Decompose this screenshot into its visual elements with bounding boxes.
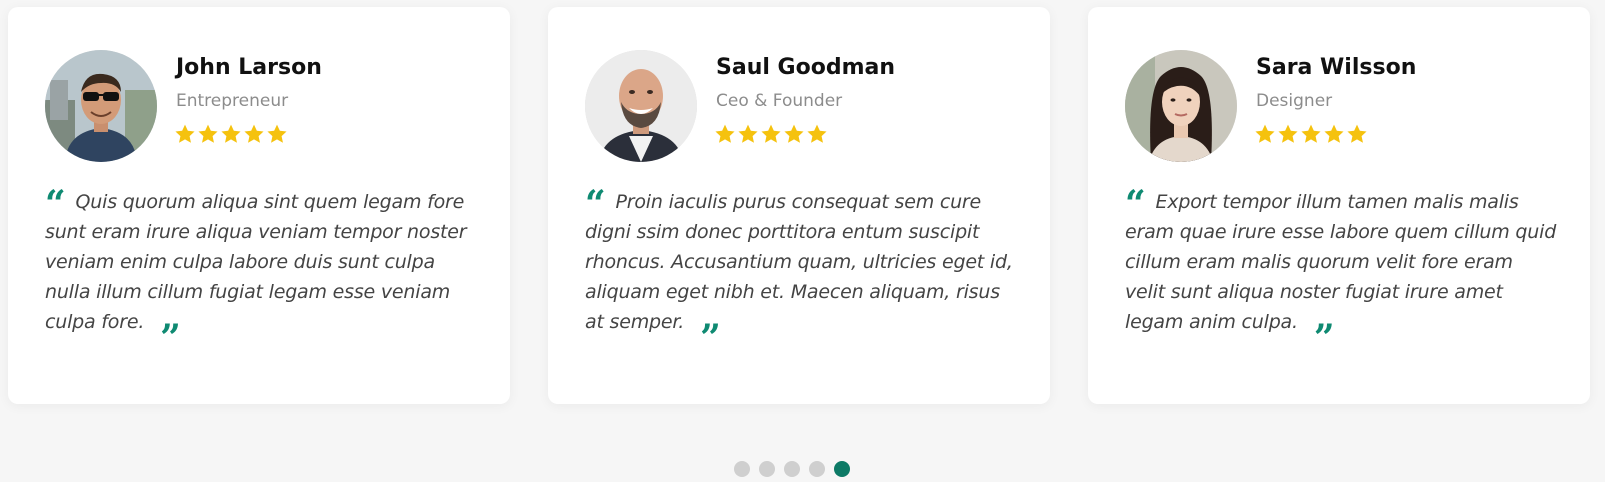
star-icon [220,123,242,145]
star-icon [1346,123,1368,145]
star-icon [197,123,219,145]
avatar [585,50,697,162]
reviewer-name: John Larson [176,55,322,80]
testimonial-quote: “Quis quorum aliqua sint quem legam fore… [45,183,467,359]
carousel-pagination [734,461,850,477]
avatar [45,50,157,162]
reviewer-name: Saul Goodman [716,55,896,80]
rating-stars [174,123,288,145]
star-icon [1254,123,1276,145]
star-icon [806,123,828,145]
star-icon [174,123,196,145]
quote-text: Proin iaculis purus consequat sem cure d… [585,191,1013,333]
quote-text: Quis quorum aliqua sint quem legam fore … [45,191,467,333]
star-icon [783,123,805,145]
star-icon [737,123,759,145]
testimonial-card: Saul Goodman Ceo & Founder “Proin iaculi… [548,7,1050,404]
star-icon [714,123,736,145]
rating-stars [714,123,828,145]
testimonials-section: John Larson Entrepreneur “Quis quorum al… [0,0,1605,482]
testimonial-quote: “Export tempor illum tamen malis malis e… [1125,183,1557,359]
testimonial-quote: “Proin iaculis purus consequat sem cure … [585,183,1013,359]
reviewer-role: Entrepreneur [176,91,289,111]
pagination-dot[interactable] [734,461,750,477]
pagination-dot[interactable] [784,461,800,477]
testimonial-card: Sara Wilsson Designer “Export tempor ill… [1088,7,1590,404]
star-icon [1300,123,1322,145]
star-icon [760,123,782,145]
reviewer-name: Sara Wilsson [1256,55,1417,80]
star-icon [1277,123,1299,145]
star-icon [266,123,288,145]
reviewer-role: Ceo & Founder [716,91,843,111]
pagination-dot[interactable] [809,461,825,477]
reviewer-role: Designer [1256,91,1333,111]
testimonial-card: John Larson Entrepreneur “Quis quorum al… [8,7,510,404]
pagination-dot-active[interactable] [834,461,850,477]
avatar [1125,50,1237,162]
pagination-dot[interactable] [759,461,775,477]
quote-text: Export tempor illum tamen malis malis er… [1125,191,1557,333]
rating-stars [1254,123,1368,145]
star-icon [1323,123,1345,145]
star-icon [243,123,265,145]
